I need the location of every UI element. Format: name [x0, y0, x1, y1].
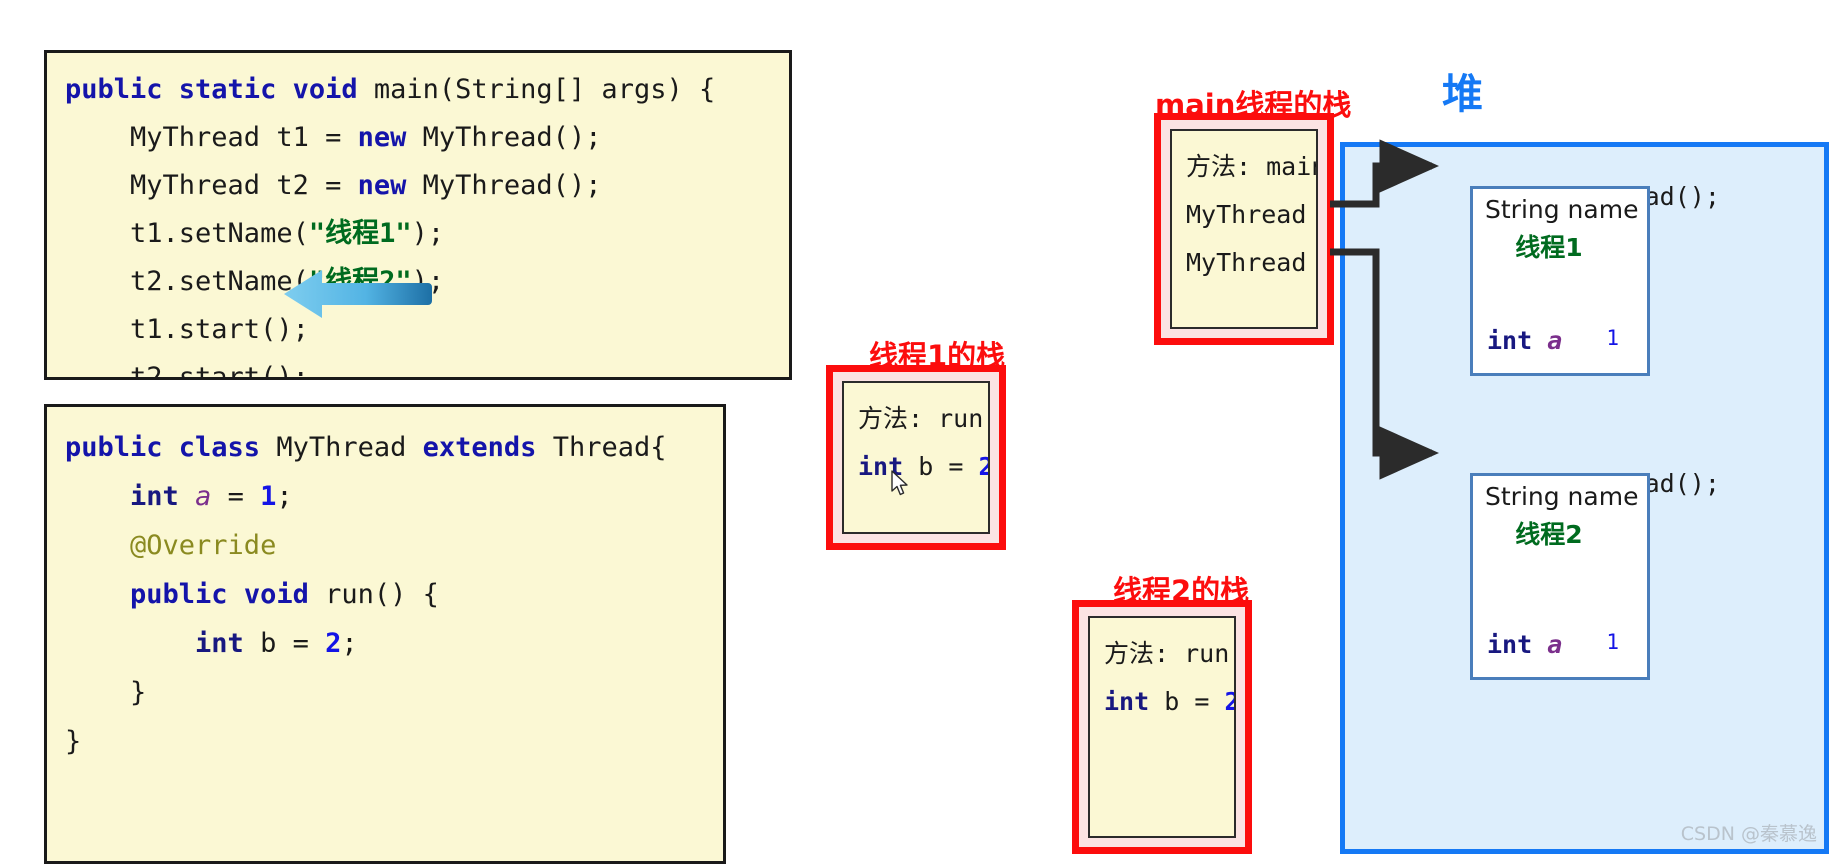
csdn-watermark: CSDN @秦慕逸: [1680, 823, 1817, 845]
main-stack-line-1: 方法: main: [1186, 152, 1318, 181]
heap-object-1-field-label: String name: [1485, 195, 1639, 224]
code-class-line-7: }: [65, 726, 82, 757]
heap-object-1: String name 线程1 int a 1: [1470, 186, 1650, 376]
code-block-main-method: public static void main(String[] args) {…: [44, 50, 792, 380]
t2-stack-line-2: int b = 2;: [1104, 687, 1234, 716]
code-main-line-7: t2.start();: [65, 362, 309, 380]
heap-object-2-field-value: 线程2: [1515, 520, 1583, 549]
heap-object-2-int-value: 1: [1606, 630, 1619, 654]
code-main-line-4: t1.setName("线程1");: [65, 218, 445, 249]
code-main-line-3: MyThread t2 = new MyThread();: [65, 170, 602, 201]
main-stack-line-3: MyThread t2: [1186, 248, 1307, 277]
code-class-line-6: }: [65, 677, 147, 708]
heap-object-2: String name 线程2 int a 1: [1470, 473, 1650, 680]
thread2-stack: 方法: run int b = 2;: [1072, 600, 1252, 854]
main-stack-line-2: MyThread t1: [1186, 200, 1307, 229]
main-thread-stack: 方法: main MyThread t1 MyThread t2: [1154, 113, 1334, 345]
t2-stack-line-1: 方法: run: [1104, 639, 1230, 668]
t1-stack-line-2: int b = 2;: [858, 452, 988, 481]
thread1-stack-frame: 方法: run int b = 2;: [842, 381, 990, 534]
code-class-line-5: int b = 2;: [195, 628, 358, 659]
heap-object-1-int-value: 1: [1606, 326, 1619, 350]
thread2-stack-frame: 方法: run int b = 2;: [1088, 616, 1236, 838]
mouse-cursor-icon: [891, 470, 908, 496]
thread1-stack: 方法: run int b = 2;: [826, 365, 1006, 550]
heap-object-2-int-var: a: [1547, 630, 1563, 659]
t1-stack-line-1: 方法: run: [858, 404, 984, 433]
code-class-line-1: public class MyThread extends Thread{: [65, 432, 667, 463]
code-main-line-1: public static void main(String[] args) {: [65, 74, 716, 105]
heap-object-2-int-row: int a 1: [1487, 630, 1637, 659]
code-block-mythread-class: public class MyThread extends Thread{ in…: [44, 404, 726, 864]
heap-object-1-int-var: a: [1547, 326, 1563, 355]
code-main-line-2: MyThread t1 = new MyThread();: [65, 122, 602, 153]
heap-object-1-int-row: int a 1: [1487, 326, 1637, 355]
code-class-line-2: int a = 1;: [130, 481, 293, 512]
heap-object-1-int-label: int: [1487, 326, 1533, 355]
code-class-line-3: @Override: [65, 530, 277, 561]
heap-object-2-int-label: int: [1487, 630, 1533, 659]
heap-object-2-field-label: String name: [1485, 482, 1639, 511]
code-class-line-4: public void run() {: [130, 579, 439, 610]
main-thread-stack-frame: 方法: main MyThread t1 MyThread t2: [1170, 129, 1318, 329]
heap-label: 堆: [1442, 70, 1483, 118]
blue-left-arrow-icon: [284, 270, 432, 318]
heap-object-1-field-value: 线程1: [1515, 233, 1583, 262]
